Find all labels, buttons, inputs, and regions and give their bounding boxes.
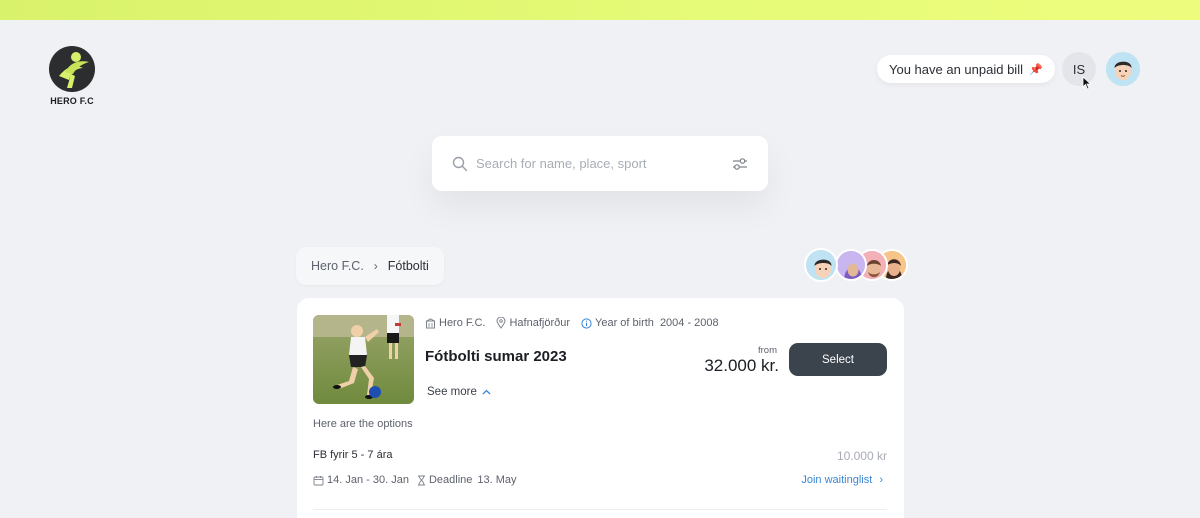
option-name-text: fyrir 5 - 7 ára: [330, 449, 393, 461]
deadline-label: Deadline: [428, 474, 473, 486]
participant-avatar[interactable]: [804, 248, 838, 282]
participant-avatars[interactable]: [804, 248, 914, 283]
see-more-toggle[interactable]: See more: [427, 386, 491, 398]
year-range: 2004 - 2008: [659, 317, 719, 329]
club-logo[interactable]: HERO F.C: [46, 46, 98, 106]
option-name: FB fyrir 5 - 7 ára: [313, 449, 392, 461]
search-icon: [452, 156, 468, 171]
search-bar[interactable]: [432, 136, 768, 191]
year-of-birth-label: Year of birth: [595, 317, 654, 329]
logo-mark-icon: [49, 46, 95, 92]
course-title: Fótbolti sumar 2023: [425, 348, 567, 365]
breadcrumb: Hero F.C. › Fótbolti: [296, 247, 444, 285]
chevron-right-icon: ›: [373, 259, 378, 273]
option-deadline: Deadline 13. May: [417, 474, 517, 486]
options-label: Here are the options: [313, 418, 413, 430]
select-button[interactable]: Select: [789, 343, 887, 376]
filter-icon[interactable]: [732, 157, 748, 171]
breadcrumb-section[interactable]: Fótbolti: [388, 259, 429, 273]
chevron-up-icon: [482, 389, 491, 395]
language-label: IS: [1072, 61, 1086, 77]
price-prefix: from: [758, 345, 777, 356]
participant-avatar[interactable]: [835, 249, 867, 281]
option-dates: 14. Jan - 30. Jan: [313, 474, 409, 486]
option-divider: [313, 509, 887, 510]
location-icon: [496, 317, 506, 329]
unpaid-bill-notice[interactable]: You have an unpaid bill 📌: [877, 55, 1055, 83]
meta-location-text: Hafnafjörður: [509, 317, 571, 329]
course-image: [313, 315, 414, 404]
meta-club-text: Hero F.C.: [439, 317, 486, 329]
accent-top-bar: [0, 0, 1200, 20]
info-icon: [581, 317, 592, 329]
course-card: Hero F.C. Hafnafjörður Year of birth 200…: [297, 298, 904, 518]
course-price: 32.000 kr.: [704, 356, 779, 375]
pin-icon: 📌: [1028, 63, 1043, 76]
option-schedule: 14. Jan - 30. Jan Deadline 13. May: [313, 474, 525, 486]
cursor-icon: [1082, 76, 1092, 90]
option-dates-text: 14. Jan - 30. Jan: [327, 474, 409, 486]
breadcrumb-club[interactable]: Hero F.C.: [311, 259, 364, 273]
calendar-icon: [313, 475, 324, 485]
meta-club: Hero F.C.: [425, 317, 485, 329]
meta-location: Hafnafjörður: [496, 317, 570, 329]
join-waitinglist-label: Join waitinglist: [801, 474, 873, 486]
unpaid-bill-text: You have an unpaid bill: [889, 61, 1023, 77]
course-meta: Hero F.C. Hafnafjörður Year of birth 200…: [425, 317, 730, 329]
see-more-label: See more: [427, 386, 477, 398]
meta-year-of-birth: Year of birth 2004 - 2008: [581, 317, 719, 329]
select-button-label: Select: [822, 353, 854, 366]
hourglass-icon: [417, 475, 425, 485]
building-icon: [425, 317, 436, 328]
join-waitinglist-link[interactable]: Join waitinglist ›: [777, 474, 883, 486]
user-avatar[interactable]: [1106, 52, 1140, 86]
chevron-right-icon: ›: [879, 474, 883, 486]
search-input[interactable]: [476, 156, 732, 171]
deadline-date: 13. May: [477, 474, 517, 486]
option-price: 10.000 kr: [836, 449, 887, 463]
logo-text: HERO F.C: [50, 96, 94, 106]
option-name-prefix: FB: [313, 449, 328, 461]
